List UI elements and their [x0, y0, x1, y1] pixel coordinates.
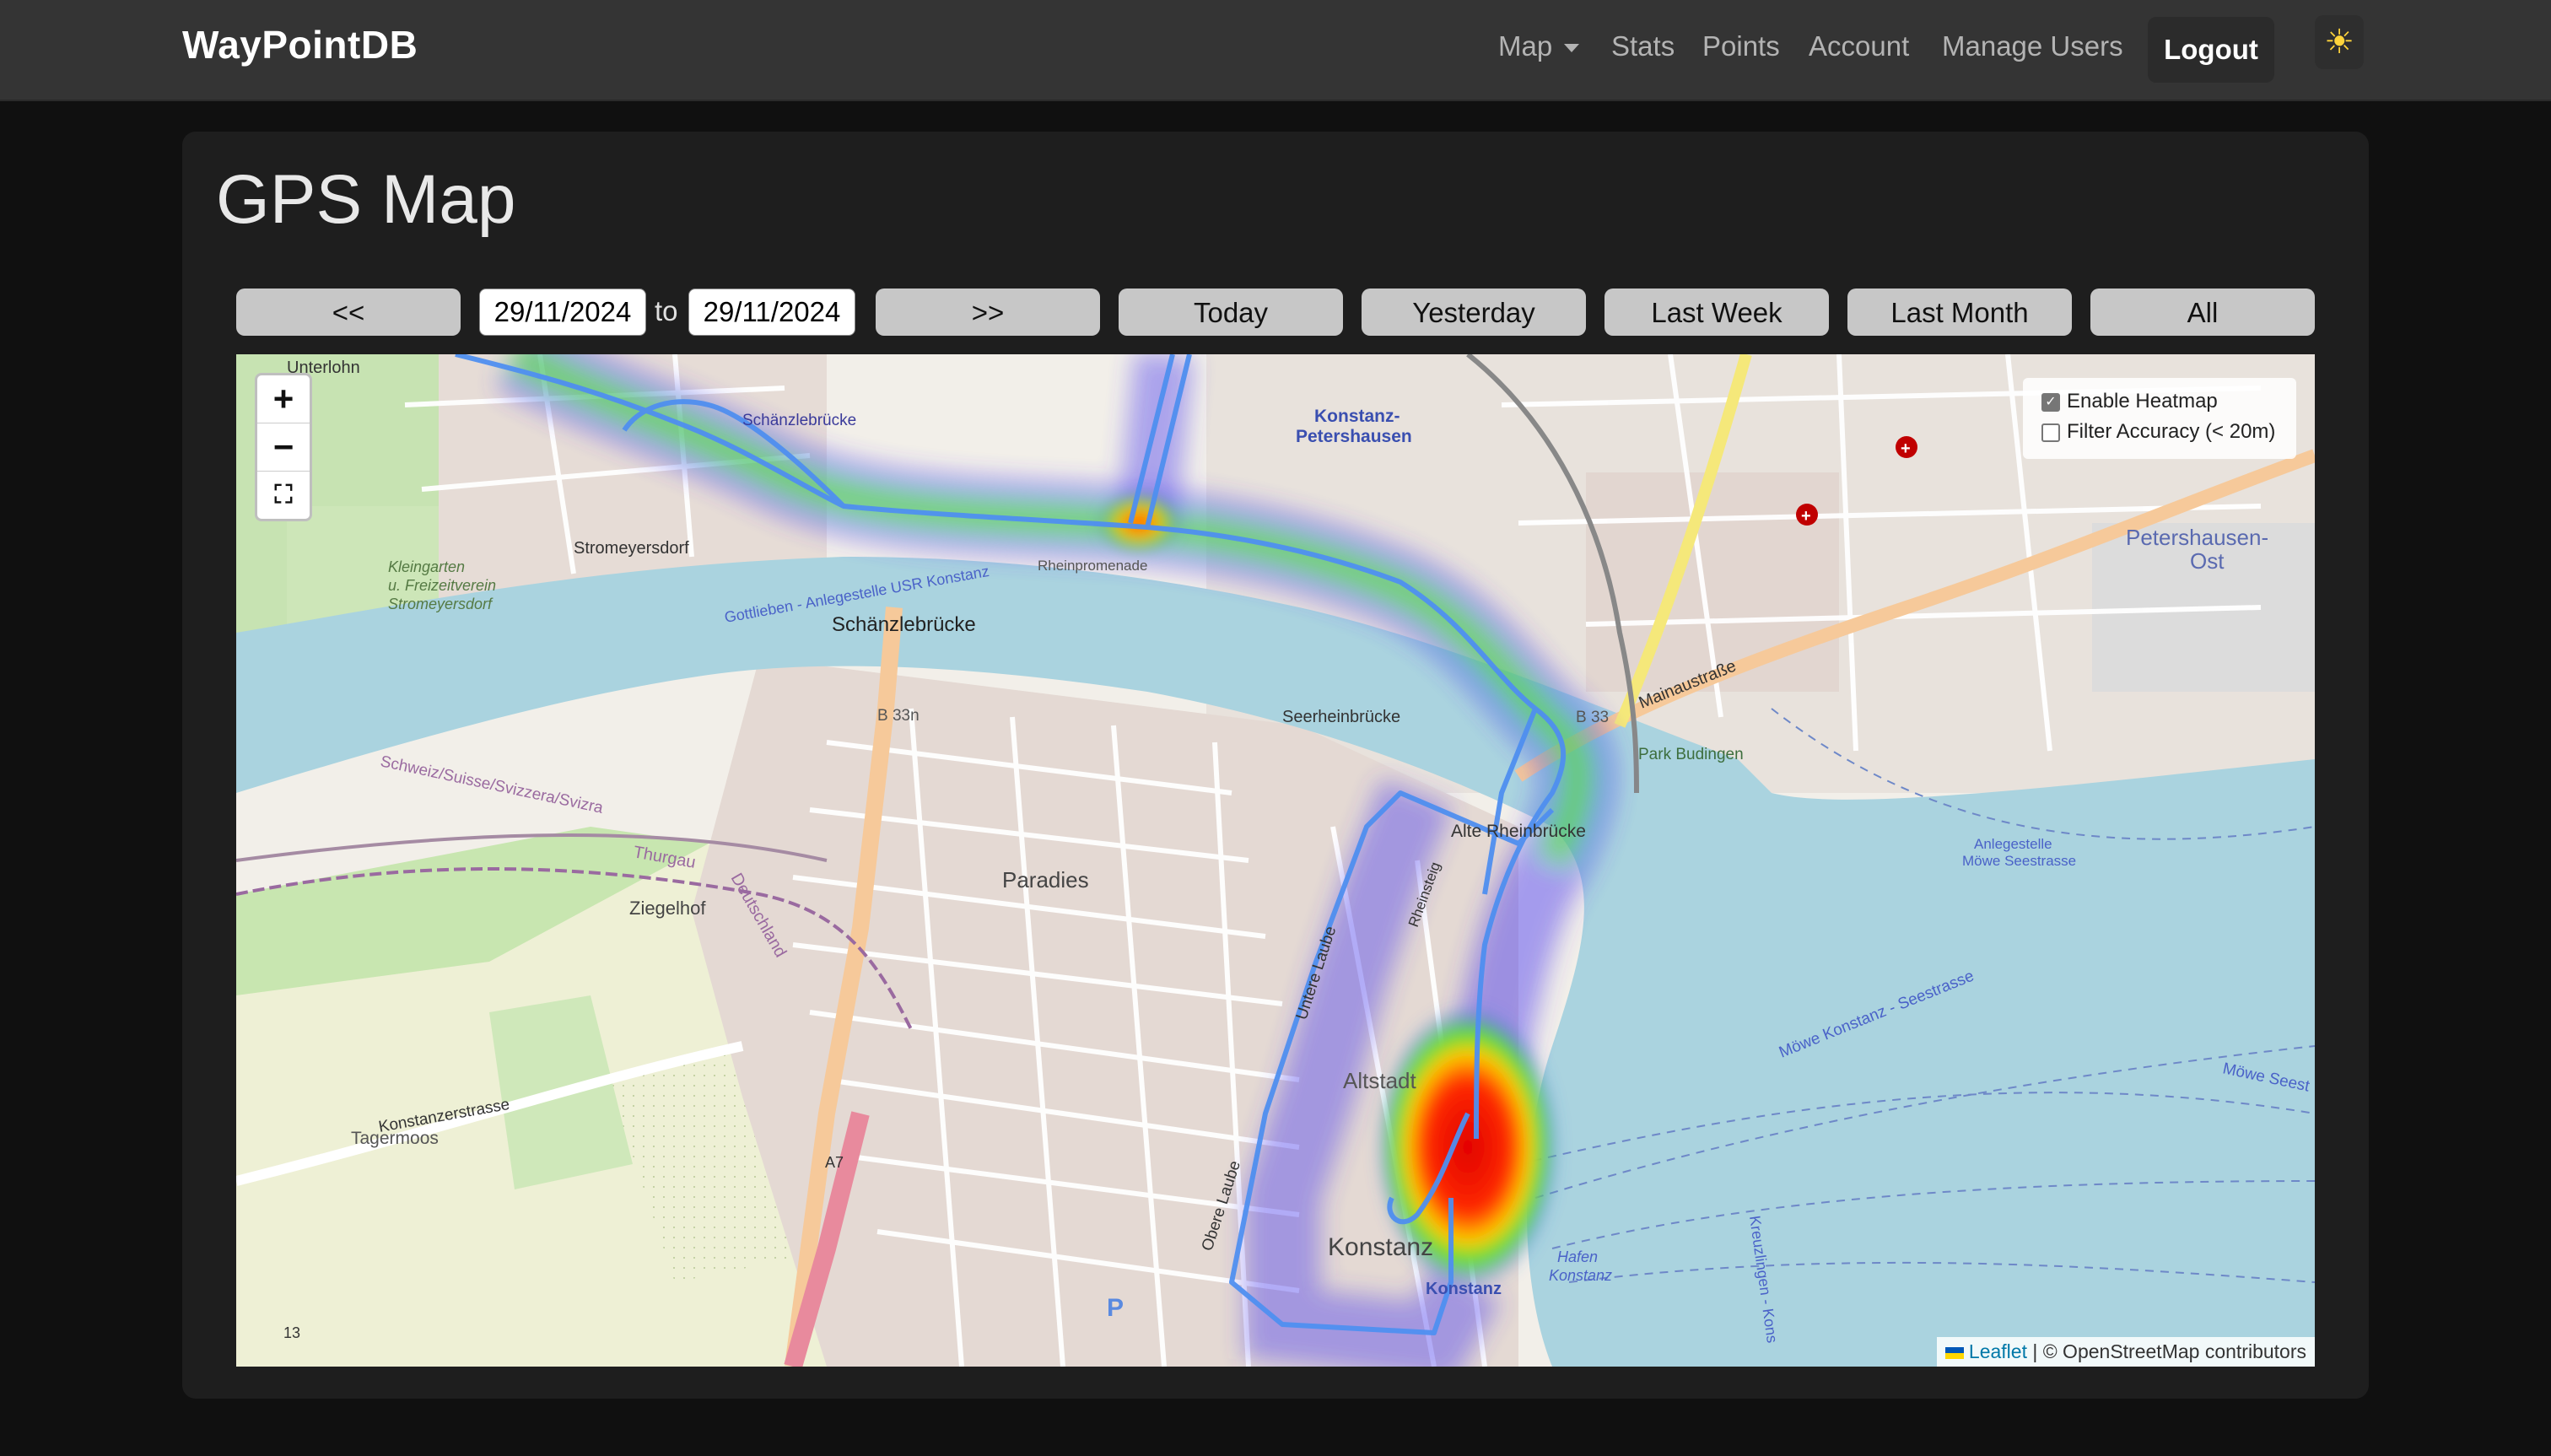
map-label: Konstanz [1328, 1233, 1433, 1261]
map-label: Paradies [1002, 867, 1089, 892]
next-range-button[interactable]: >> [876, 289, 1100, 336]
map-label: Stromeyersdorf [388, 596, 493, 612]
date-from-input[interactable] [479, 289, 646, 336]
osm-attribution: | © OpenStreetMap contributors [2032, 1340, 2306, 1362]
map-label: Petershausen [1296, 427, 1412, 446]
zoom-control: + − ⛶ [255, 373, 312, 521]
map-label: Ziegelhof [629, 898, 706, 919]
svg-text:+: + [1801, 507, 1811, 526]
map-label: Hafen [1557, 1248, 1598, 1265]
zoom-in-button[interactable]: + [257, 375, 310, 423]
today-button[interactable]: Today [1119, 289, 1343, 336]
map-label: Anlegestelle [1974, 836, 2052, 852]
map-label: Konstanz [1549, 1267, 1612, 1284]
map-label: Möwe Seestrasse [1962, 853, 2076, 869]
nav-map-dropdown[interactable]: Map [1498, 30, 1580, 62]
map-attribution: Leaflet | © OpenStreetMap contributors [1936, 1337, 2315, 1367]
map-label: u. Freizeitverein [388, 577, 496, 594]
map-label: Konstanz [1426, 1280, 1502, 1298]
nav-account[interactable]: Account [1809, 30, 1909, 62]
map-label: P [1107, 1294, 1124, 1322]
map-label: Kleingarten [388, 558, 465, 575]
nav-map-label: Map [1498, 30, 1553, 62]
map-label: Schänzlebrücke [742, 412, 856, 429]
theme-toggle-button[interactable]: ☀ [2315, 15, 2364, 69]
map-label: Altstadt [1343, 1068, 1416, 1093]
zoom-out-button[interactable]: − [257, 423, 310, 472]
caret-down-icon [1564, 44, 1580, 53]
sun-icon: ☀ [2324, 24, 2354, 61]
navbar: WayPointDB Map Stats Points Account Mana… [0, 0, 2551, 101]
heatmap-control: ✓ Enable Heatmap Filter Accuracy (< 20m) [2023, 378, 2296, 459]
logout-button[interactable]: Logout [2148, 17, 2274, 83]
enable-heatmap-label: Enable Heatmap [2067, 390, 2218, 413]
date-to-input[interactable] [688, 289, 855, 336]
previous-range-button[interactable]: << [236, 289, 461, 336]
leaflet-link[interactable]: Leaflet [1969, 1340, 2027, 1362]
map-label: 13 [283, 1324, 300, 1341]
yesterday-button[interactable]: Yesterday [1362, 289, 1586, 336]
filter-accuracy-checkbox[interactable] [2041, 423, 2060, 442]
map-label: A7 [825, 1154, 844, 1171]
filter-accuracy-label: Filter Accuracy (< 20m) [2067, 420, 2276, 443]
gps-map[interactable]: + + Unterlohn Schänzlebrücke Stromeyersd… [236, 354, 2315, 1367]
map-label: Tagermoos [351, 1129, 439, 1148]
map-label: Konstanz- [1314, 407, 1400, 426]
enable-heatmap-row[interactable]: ✓ Enable Heatmap [2041, 390, 2218, 413]
map-label: Rheinpromenade [1038, 558, 1147, 574]
nav-manage-users[interactable]: Manage Users [1942, 30, 2123, 62]
map-label: Stromeyersdorf [574, 539, 689, 558]
map-label: Park Budingen [1638, 746, 1744, 763]
all-button[interactable]: All [2090, 289, 2315, 336]
map-label: Alte Rheinbrücke [1451, 822, 1586, 841]
map-label: Seerheinbrücke [1282, 708, 1400, 726]
nav-stats[interactable]: Stats [1611, 30, 1675, 62]
map-label: Schänzlebrücke [832, 613, 976, 636]
map-label: Petershausen- [2126, 525, 2268, 550]
filter-accuracy-row[interactable]: Filter Accuracy (< 20m) [2041, 420, 2275, 444]
map-label: B 33n [877, 707, 920, 725]
map-label: Ost [2190, 548, 2225, 574]
map-label: B 33 [1576, 709, 1609, 726]
map-tiles: + + Unterlohn Schänzlebrücke Stromeyersd… [236, 354, 2315, 1367]
to-label: to [655, 295, 678, 326]
svg-text:+: + [1901, 439, 1911, 458]
last-month-button[interactable]: Last Month [1847, 289, 2072, 336]
nav-points[interactable]: Points [1702, 30, 1780, 62]
fullscreen-icon[interactable]: ⛶ [257, 472, 310, 519]
page-title: GPS Map [216, 161, 516, 238]
last-week-button[interactable]: Last Week [1604, 289, 1829, 336]
ukraine-flag-icon [1944, 1346, 1964, 1359]
enable-heatmap-checkbox[interactable]: ✓ [2041, 392, 2060, 412]
brand-logo[interactable]: WayPointDB [182, 22, 418, 67]
